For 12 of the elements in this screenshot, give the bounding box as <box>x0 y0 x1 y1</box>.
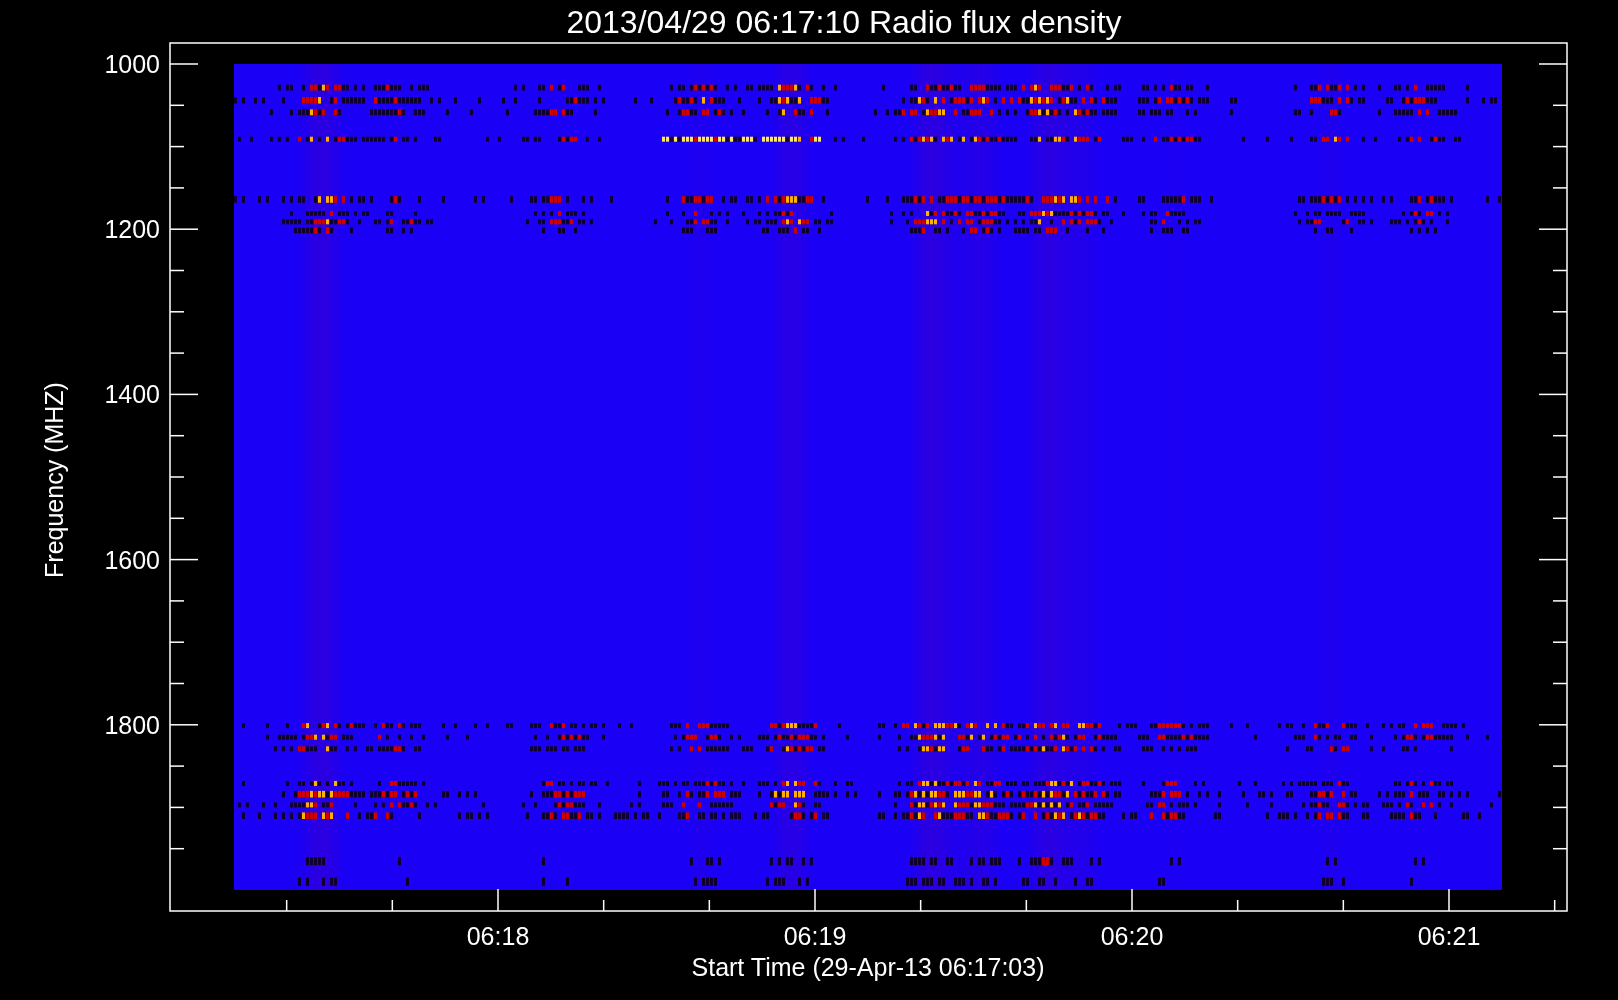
x-tick-label: 06:18 <box>466 922 530 950</box>
x-tick-label: 06:20 <box>1100 922 1164 950</box>
x-tick-label: 06:19 <box>783 922 847 950</box>
chart-title: 2013/04/29 06:17:10 Radio flux density <box>566 4 1122 40</box>
x-axis-label: Start Time (29-Apr-13 06:17:03) <box>691 953 1045 981</box>
y-tick-label: 1600 <box>104 545 160 574</box>
y-tick-label: 1000 <box>104 50 160 78</box>
y-tick-label: 1200 <box>104 215 160 244</box>
y-tick-label: 1400 <box>104 380 160 409</box>
y-axis-label: Frequency (MHZ) <box>40 382 68 578</box>
y-tick-label: 1800 <box>104 710 160 739</box>
x-tick-label: 06:21 <box>1417 922 1481 950</box>
